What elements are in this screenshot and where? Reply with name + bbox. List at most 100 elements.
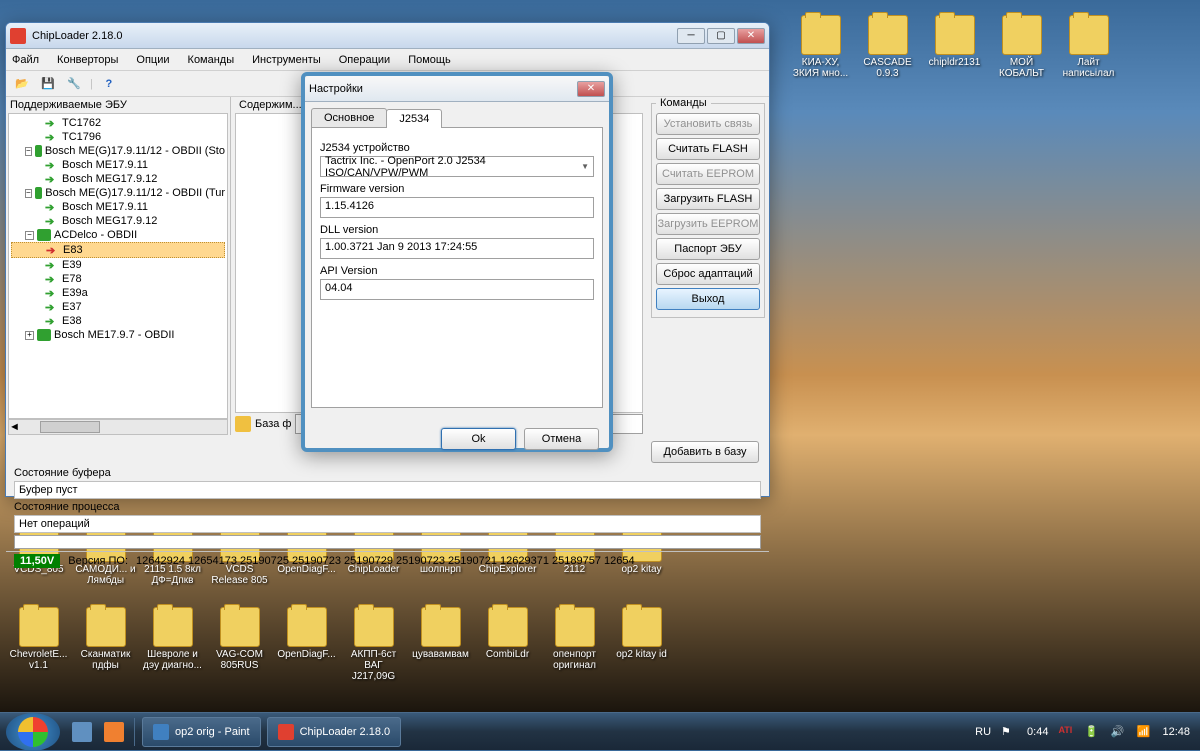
- menu-item[interactable]: Помощь: [408, 54, 451, 66]
- close-button[interactable]: ✕: [737, 28, 765, 44]
- tree-item[interactable]: ➔TC1796: [11, 130, 225, 144]
- wmplayer-icon: [104, 722, 124, 742]
- ecu-tree[interactable]: ➔TC1762➔TC1796−Bosch ME(G)17.9.11/12 - O…: [8, 113, 228, 419]
- chiploader-icon: [278, 724, 294, 740]
- process-state-label: Состояние процесса: [14, 501, 761, 513]
- command-button[interactable]: Загрузить EEPROM: [656, 213, 760, 235]
- command-button[interactable]: Паспорт ЭБУ: [656, 238, 760, 260]
- tree-item[interactable]: ➔Bosch ME17.9.11: [11, 200, 225, 214]
- tree-item[interactable]: ➔E38: [11, 314, 225, 328]
- minimize-button[interactable]: ─: [677, 28, 705, 44]
- desktop-icon[interactable]: CASCADE 0.9.3: [854, 13, 921, 81]
- command-button[interactable]: Загрузить FLASH: [656, 188, 760, 210]
- desktop-icon[interactable]: OpenDiagF...: [273, 605, 340, 662]
- titlebar[interactable]: ChipLoader 2.18.0 ─ ▢ ✕: [6, 23, 769, 49]
- tree-item[interactable]: −Bosch ME(G)17.9.11/12 - OBDII (Tur: [11, 186, 225, 200]
- menu-item[interactable]: Опции: [136, 54, 169, 66]
- add-to-db-button[interactable]: Добавить в базу: [651, 441, 759, 463]
- desktop-icon[interactable]: VAG-COM 805RUS: [206, 605, 273, 673]
- quicklaunch-explorer[interactable]: [68, 718, 96, 746]
- menu-item[interactable]: Инструменты: [252, 54, 321, 66]
- process-state-value: Нет операций: [14, 515, 761, 533]
- folder-icon: [935, 15, 975, 55]
- database-icon: [235, 416, 251, 432]
- db-label: База ф: [255, 418, 291, 430]
- dialog-tabs: Основное J2534: [311, 108, 603, 128]
- command-button[interactable]: Сброс адаптаций: [656, 263, 760, 285]
- tree-item[interactable]: ➔TC1762: [11, 116, 225, 130]
- menu-item[interactable]: Операции: [339, 54, 390, 66]
- desktop-icon[interactable]: ChevroletE... v1.1: [5, 605, 72, 673]
- menu-item[interactable]: Конверторы: [57, 54, 118, 66]
- expand-icon[interactable]: +: [25, 331, 34, 340]
- desktop-icon[interactable]: Сканматик пдфы: [72, 605, 139, 673]
- tray-ati-icon[interactable]: ATI: [1058, 725, 1074, 739]
- tab-content: J2534 устройство Tactrix Inc. - OpenPort…: [311, 128, 603, 408]
- tree-item[interactable]: ➔E83: [11, 242, 225, 258]
- desktop-icon[interactable]: опенпорт оригинал: [541, 605, 608, 673]
- desktop-icon[interactable]: цувавамвам: [407, 605, 474, 662]
- tray-volume-icon[interactable]: 🔊: [1110, 725, 1126, 739]
- expand-icon[interactable]: −: [25, 231, 34, 240]
- quicklaunch-wmplayer[interactable]: [100, 718, 128, 746]
- ecu-item-icon: ➔: [45, 117, 59, 129]
- menu-item[interactable]: Команды: [188, 54, 235, 66]
- desktop-icon[interactable]: chipldr2131: [921, 13, 988, 81]
- toolbar-open-icon[interactable]: 📂: [12, 74, 32, 94]
- toolbar-help-icon[interactable]: ?: [99, 74, 119, 94]
- dialog-close-button[interactable]: ✕: [577, 81, 605, 97]
- tree-item[interactable]: ➔Bosch MEG17.9.12: [11, 172, 225, 186]
- ok-button[interactable]: Ok: [441, 428, 516, 450]
- tray-battery-icon[interactable]: 🔋: [1084, 725, 1100, 739]
- desktop-icon[interactable]: Лайт написьілал: [1055, 13, 1122, 81]
- expand-icon[interactable]: −: [25, 147, 32, 156]
- tree-item[interactable]: +Bosch ME17.9.7 - OBDII: [11, 328, 225, 342]
- tree-item[interactable]: ➔Bosch MEG17.9.12: [11, 214, 225, 228]
- folder-icon: [622, 607, 662, 647]
- language-indicator[interactable]: RU: [975, 726, 991, 738]
- tab-j2534[interactable]: J2534: [386, 109, 442, 128]
- taskbar-item-paint[interactable]: op2 orig - Paint: [142, 717, 261, 747]
- tree-item[interactable]: −ACDelco - OBDII: [11, 228, 225, 242]
- ecu-item-icon: ➔: [45, 315, 59, 327]
- desktop-icon[interactable]: КИА-ХУ, ЗКИЯ мно...: [787, 13, 854, 81]
- taskbar-item-chiploader[interactable]: ChipLoader 2.18.0: [267, 717, 402, 747]
- bottom-bar: 11,50V Версия ПО: 12642924 12654173 2519…: [6, 551, 769, 570]
- tree-scrollbar[interactable]: ◄: [8, 419, 228, 435]
- tree-item[interactable]: −Bosch ME(G)17.9.11/12 - OBDII (Sto: [11, 144, 225, 158]
- tree-label: Поддерживаемые ЭБУ: [6, 97, 230, 113]
- cancel-button[interactable]: Отмена: [524, 428, 599, 450]
- desktop-icon[interactable]: CombiLdr: [474, 605, 541, 662]
- tree-item[interactable]: ➔E37: [11, 300, 225, 314]
- clock-2[interactable]: 12:48: [1162, 726, 1190, 738]
- start-button[interactable]: [6, 713, 60, 751]
- toolbar-wrench-icon[interactable]: 🔧: [64, 74, 84, 94]
- system-tray: RU ⚑ 0:44 ATI 🔋 🔊 📶 12:48: [965, 725, 1200, 739]
- windows-orb-icon: [18, 717, 48, 747]
- menu-item[interactable]: Файл: [12, 54, 39, 66]
- desktop: КИА-ХУ, ЗКИЯ мно...CASCADE 0.9.3chipldr2…: [0, 0, 1200, 750]
- version-value: 12642924 12654173 25190725 25190723 2519…: [136, 555, 635, 567]
- toolbar-save-icon[interactable]: 💾: [38, 74, 58, 94]
- tree-item[interactable]: ➔E78: [11, 272, 225, 286]
- tree-item[interactable]: ➔E39: [11, 258, 225, 272]
- tab-main[interactable]: Основное: [311, 108, 387, 127]
- dialog-titlebar[interactable]: Настройки ✕: [305, 76, 609, 102]
- tree-item[interactable]: ➔E39a: [11, 286, 225, 300]
- maximize-button[interactable]: ▢: [707, 28, 735, 44]
- tray-flag-icon[interactable]: ⚑: [1001, 725, 1017, 739]
- command-button[interactable]: Установить связь: [656, 113, 760, 135]
- desktop-icon[interactable]: op2 kitay id: [608, 605, 675, 662]
- tray-network-icon[interactable]: 📶: [1136, 725, 1152, 739]
- clock-1[interactable]: 0:44: [1027, 726, 1048, 738]
- desktop-icon[interactable]: Шевроле и дэу диагно...: [139, 605, 206, 673]
- desktop-icon[interactable]: АКПП-6ст ВАГ J217,09G: [340, 605, 407, 684]
- command-button[interactable]: Считать EEPROM: [656, 163, 760, 185]
- desktop-icon[interactable]: МОЙ КОБАЛЬТ: [988, 13, 1055, 81]
- tree-item[interactable]: ➔Bosch ME17.9.11: [11, 158, 225, 172]
- expand-icon[interactable]: −: [25, 189, 32, 198]
- command-button[interactable]: Выход: [656, 288, 760, 310]
- command-button[interactable]: Считать FLASH: [656, 138, 760, 160]
- device-combo[interactable]: Tactrix Inc. - OpenPort 2.0 J2534 ISO/CA…: [320, 156, 594, 177]
- folder-icon: [86, 607, 126, 647]
